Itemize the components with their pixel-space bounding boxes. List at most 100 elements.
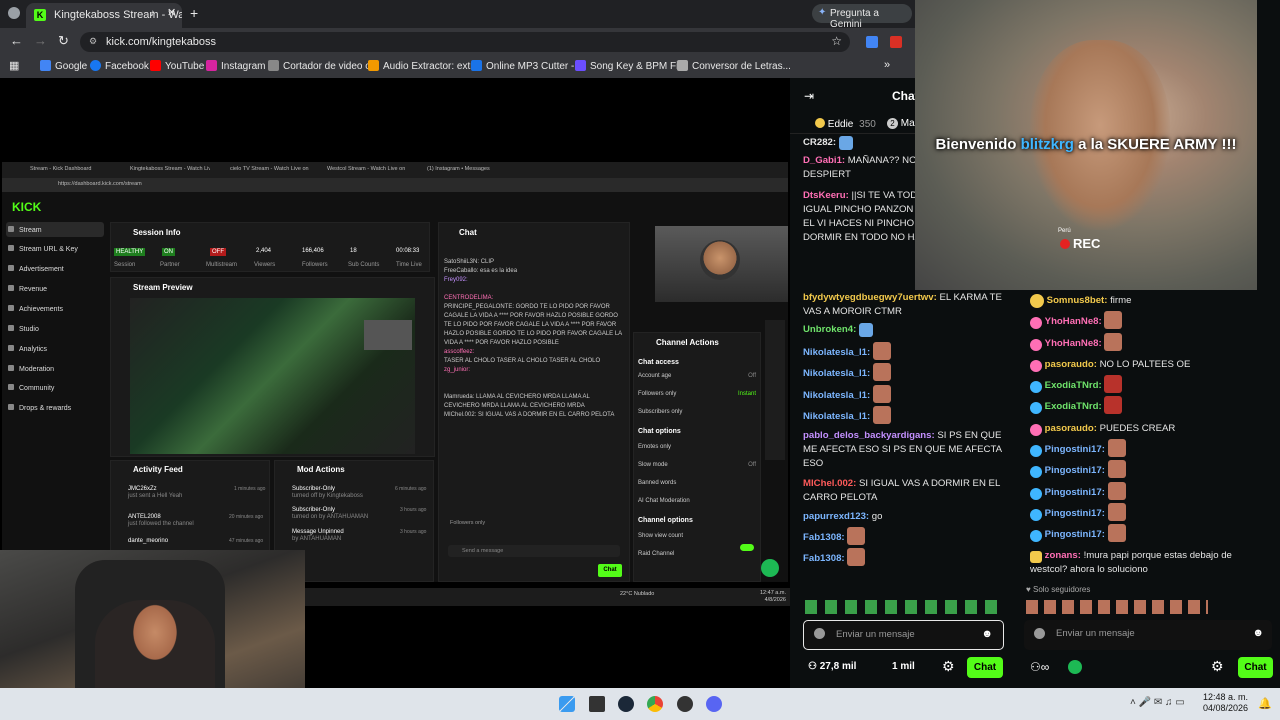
stream-preview-title: Stream Preview bbox=[133, 283, 193, 292]
captured-tab: cielo TV Stream - Watch Live on K... bbox=[230, 166, 310, 172]
infinity-icon: ⚇∞ bbox=[1030, 660, 1050, 674]
leader-1: Eddie 350 bbox=[815, 118, 876, 130]
emote-icon bbox=[1104, 332, 1123, 351]
bookmark-star-icon[interactable]: ☆ bbox=[831, 34, 842, 48]
captured-chat-lines: SatoShiiL3N: CLIP FreeCaballo: esa es la… bbox=[444, 259, 622, 418]
captured-address-bar: https://dashboard.kick.com/stream bbox=[2, 178, 788, 192]
kick-logo: KICK bbox=[12, 200, 42, 214]
start-windows-icon[interactable] bbox=[559, 696, 575, 712]
bookmark-label: Audio Extractor: extr... bbox=[383, 61, 482, 72]
chat-message: Fab1308: bbox=[803, 527, 1008, 546]
badge-icon bbox=[1030, 294, 1044, 308]
bookmark-label: Instagram bbox=[221, 61, 266, 72]
badge-icon bbox=[1030, 445, 1042, 458]
address-bar[interactable]: ⚙ kick.com/kingtekaboss ☆ bbox=[80, 32, 850, 52]
obs-icon[interactable] bbox=[677, 696, 693, 712]
task-view-icon[interactable] bbox=[589, 696, 605, 712]
emoji-icon[interactable]: ☻ bbox=[981, 628, 993, 640]
emote-icon bbox=[847, 527, 866, 546]
captured-taskbar bbox=[305, 588, 790, 606]
mod-time: 3 hours ago bbox=[400, 507, 427, 513]
speaker-icon[interactable]: ♪ bbox=[150, 8, 155, 19]
browser-tab-active[interactable]: K Kingtekaboss Stream - Watc bbox=[26, 3, 182, 28]
emote-icon bbox=[838, 136, 853, 150]
captured-chat-input: Send a message bbox=[448, 545, 620, 557]
welcome-banner: Bienvenido blitzkrg a la SKUERE ARMY !!! bbox=[930, 136, 1242, 153]
stat-label: Followers bbox=[302, 262, 328, 268]
bookmark-label: Conversor de Letras... bbox=[692, 61, 791, 72]
emote-icon bbox=[1107, 524, 1126, 543]
chat-message: pasoraudo: NO LO PALTEES OE bbox=[1030, 354, 1270, 375]
reload-icon[interactable]: ↻ bbox=[58, 33, 69, 49]
badge-icon bbox=[1030, 381, 1042, 394]
chat-input[interactable]: Enviar un mensaje ☻ bbox=[803, 620, 1004, 650]
badge-icon bbox=[1030, 466, 1042, 479]
badge-icon bbox=[1030, 530, 1042, 543]
chat-message: YhoHanNe8: bbox=[1030, 311, 1270, 332]
kick-badge-icon bbox=[1068, 660, 1082, 674]
bookmark-song-key[interactable]: Song Key & BPM Fi... bbox=[575, 60, 687, 72]
extension-icon-2[interactable] bbox=[890, 36, 902, 48]
gemini-button[interactable]: ✦ Pregunta a Gemini bbox=[812, 4, 912, 30]
emote-icon bbox=[1107, 439, 1126, 458]
forward-icon[interactable]: → bbox=[34, 33, 47, 48]
channel-actions-title: Channel Actions bbox=[656, 338, 719, 347]
discord-icon[interactable] bbox=[706, 696, 722, 712]
chat-message: ExodiaTNrd: bbox=[1030, 375, 1270, 396]
chat-settings-icon[interactable]: ⚙ bbox=[942, 658, 955, 675]
second-chat-input[interactable]: Enviar un mensaje ☻ bbox=[1024, 620, 1272, 650]
second-chat-send-button[interactable]: Chat bbox=[1238, 657, 1273, 678]
bookmark-instagram[interactable]: Instagram bbox=[206, 60, 265, 72]
captured-chat-send: Chat bbox=[598, 564, 622, 577]
chrome-icon[interactable] bbox=[647, 696, 663, 712]
emote-quick-bar-2[interactable] bbox=[1026, 600, 1208, 614]
viewer-count: ⚇ 27,8 mil bbox=[808, 661, 857, 672]
bookmark-cortador[interactable]: Cortador de video o... bbox=[268, 60, 379, 72]
chat-message: YhoHanNe8: bbox=[1030, 332, 1270, 354]
captured-tab-bar: Stream - Kick Dashboard Kingtekaboss Str… bbox=[2, 162, 788, 178]
notification-bell-icon[interactable]: 🔔 bbox=[1258, 697, 1272, 710]
tray-icons[interactable]: ˄ 🎤 ✉ ♫ ▭ bbox=[1130, 697, 1185, 708]
bookmark-conversor[interactable]: Conversor de Letras... bbox=[677, 60, 791, 72]
kick-chat-send-button[interactable]: Chat bbox=[967, 657, 1003, 678]
stat-value: HEALTHY bbox=[114, 248, 146, 256]
channel-actions-list: Chat access Account age Off Followers onl… bbox=[638, 359, 756, 557]
bookmark-mp3-cutter[interactable]: Online MP3 Cutter -... bbox=[471, 60, 583, 72]
collapse-chat-icon[interactable]: ⇥ bbox=[804, 89, 814, 103]
bookmark-google[interactable]: Google bbox=[40, 60, 87, 72]
extension-icon[interactable] bbox=[866, 36, 878, 48]
bookmark-audio-extractor[interactable]: Audio Extractor: extr... bbox=[368, 60, 481, 72]
chat-message: Nikolatesla_l1: bbox=[803, 363, 1008, 382]
url-text: kick.com/kingtekaboss bbox=[106, 36, 217, 48]
bookmark-facebook[interactable]: Facebook bbox=[90, 60, 149, 72]
bookmark-youtube[interactable]: YouTube bbox=[150, 60, 204, 72]
taskbar-clock[interactable]: 12:48 a. m. 04/08/2026 bbox=[1203, 692, 1248, 714]
app-menu-icon[interactable] bbox=[8, 7, 20, 19]
stat-label: Partner bbox=[160, 262, 180, 268]
followers-count: 1 mil bbox=[892, 661, 915, 672]
mod-item: Message Unpinned by ANTAHUAMAN bbox=[292, 529, 344, 542]
captured-tab: (1) Instagram • Messages bbox=[427, 166, 490, 172]
chat-settings-icon-2[interactable]: ⚙ bbox=[1211, 658, 1224, 675]
second-chat-placeholder: Enviar un mensaje bbox=[1056, 628, 1135, 639]
steam-icon[interactable] bbox=[618, 696, 634, 712]
leader-2: 2 Ma bbox=[887, 118, 915, 129]
stat-value: 18 bbox=[350, 248, 357, 254]
chat-message: MIChel.002: SI IGUAL VAS A DORMIR EN EL … bbox=[803, 477, 1000, 503]
emote-quick-bar[interactable] bbox=[805, 600, 1005, 614]
stat-value: 2,404 bbox=[256, 248, 272, 254]
stat-label: Time Live bbox=[396, 262, 422, 268]
back-icon[interactable]: ← bbox=[10, 33, 23, 48]
emoji-icon[interactable]: ☻ bbox=[1252, 627, 1264, 639]
mod-item: Subscriber-Only turned on by ANTAHUAMAN bbox=[292, 507, 369, 520]
more-bookmarks-icon[interactable]: » bbox=[884, 59, 890, 71]
new-tab-icon[interactable]: + bbox=[190, 5, 198, 21]
apps-grid-icon[interactable]: ▦ bbox=[9, 59, 19, 72]
viewers-icon: ⚇ bbox=[808, 661, 817, 672]
emote-icon bbox=[847, 548, 866, 567]
captured-sidebar-item: Drops & rewards bbox=[8, 404, 71, 412]
mod-item: Subscriber-Only turned off by Kingtekabos… bbox=[292, 486, 363, 499]
activity-time: 47 minutes ago bbox=[229, 538, 264, 544]
chat-input-icon bbox=[1034, 628, 1045, 639]
close-tab-icon[interactable]: ✕ bbox=[167, 6, 176, 19]
